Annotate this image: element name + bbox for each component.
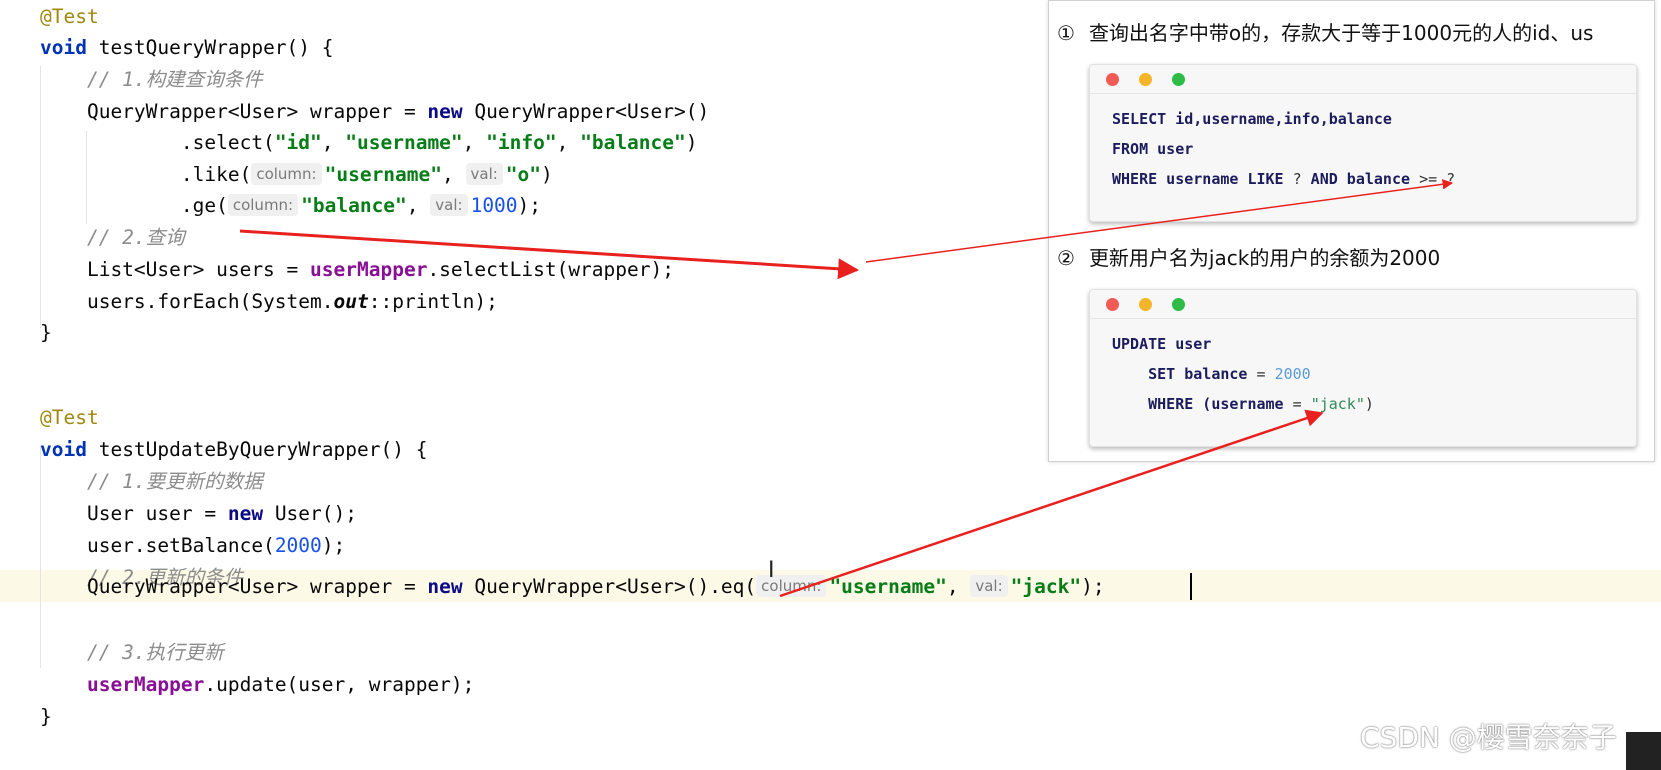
corner-overlay [1626,732,1661,770]
watermark: CSDN @樱雪奈奈子 [1360,721,1617,754]
arrow-sql-to-balance [865,179,1454,263]
annotation-arrows [239,179,1454,598]
arrow-eq-to-sql [779,409,1324,598]
arrow-ge-to-sql [239,229,860,280]
